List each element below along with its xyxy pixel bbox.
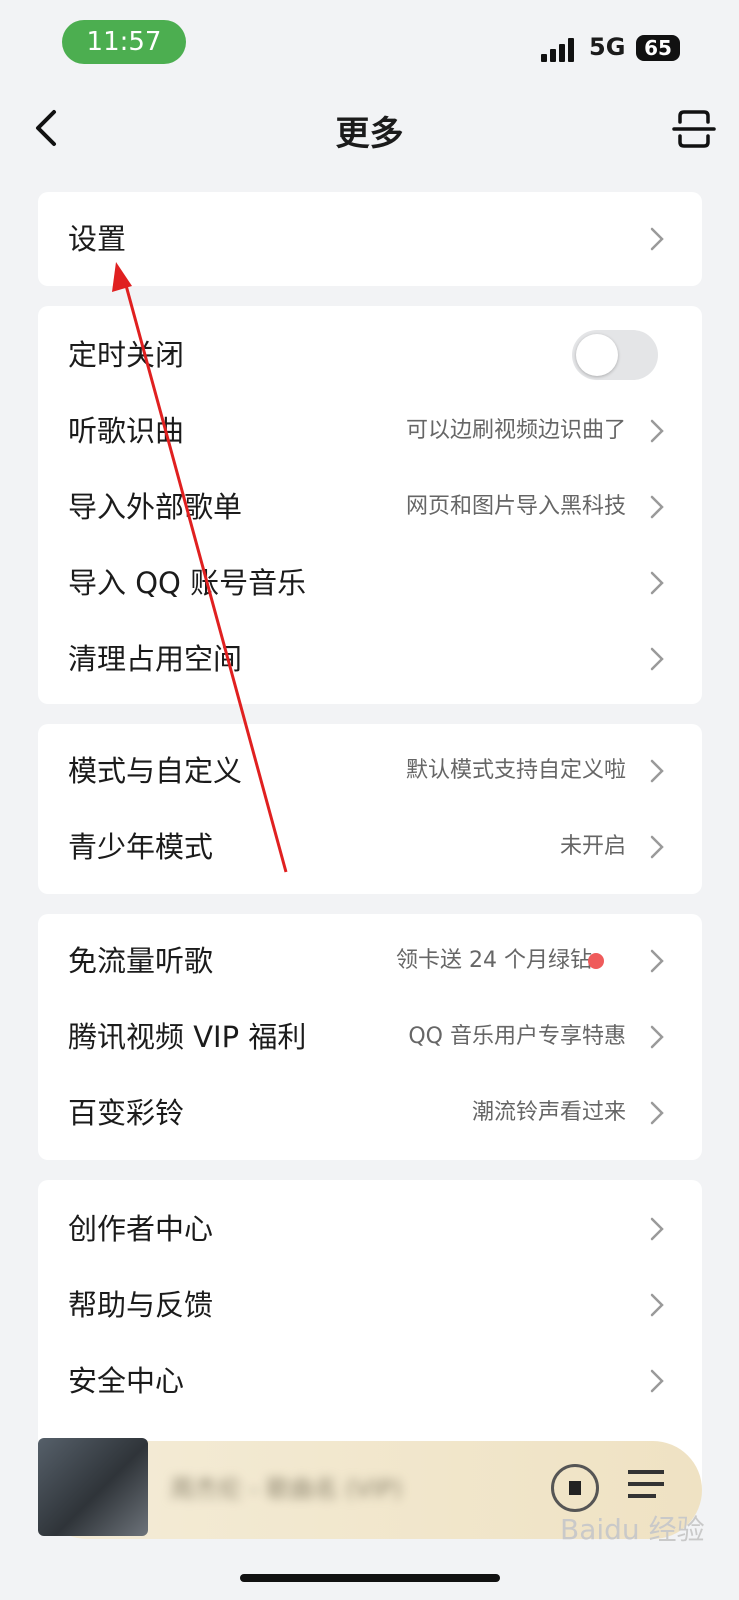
row-value: 网页和图片导入黑科技 [405,494,626,519]
play-pause-button[interactable] [551,1464,599,1512]
menu-row-creator-center[interactable]: 创作者中心 [38,1192,702,1266]
row-value: 默认模式支持自定义啦 [405,758,626,783]
battery-icon: 65 [636,35,680,61]
chevron-right-icon [650,1101,664,1125]
now-playing-title: 周杰伦 - 歌曲名 (VIP) [170,1475,403,1503]
row-value: 未开启 [559,834,626,859]
menu-row-clean-storage[interactable]: 清理占用空间 [38,622,702,696]
row-label: 免流量听歌 [68,944,214,978]
status-time: 11:57 [62,20,186,64]
row-label: 安全中心 [68,1364,185,1398]
row-value: QQ 音乐用户专享特惠 [408,1024,626,1049]
chevron-right-icon [650,1025,664,1049]
benefits-group: 免流量听歌 领卡送 24 个月绿钻 腾讯视频 VIP 福利 QQ 音乐用户专享特… [38,914,702,1160]
red-dot-badge [588,953,604,969]
row-label: 清理占用空间 [68,642,243,676]
chevron-right-icon [650,571,664,595]
menu-row-import-qq-music[interactable]: 导入 QQ 账号音乐 [38,546,702,620]
row-label: 导入 QQ 账号音乐 [68,566,307,600]
row-value: 可以边刷视频边识曲了 [405,418,626,443]
status-bar: 11:57 5G 65 [0,0,739,80]
row-label: 定时关闭 [68,338,185,372]
menu-row-sleep-timer[interactable]: 定时关闭 [38,318,702,392]
menu-row-ringtone[interactable]: 百变彩铃 潮流铃声看过来 [38,1076,702,1150]
row-label: 听歌识曲 [68,414,185,448]
row-label: 设置 [68,222,127,256]
playlist-icon[interactable] [628,1468,668,1502]
home-indicator [240,1574,500,1582]
menu-row-security-center[interactable]: 安全中心 [38,1344,702,1418]
chevron-right-icon [650,835,664,859]
chevron-right-icon [650,759,664,783]
album-cover [38,1438,148,1536]
row-label: 模式与自定义 [68,754,243,788]
settings-group: 设置 [38,192,702,286]
scan-icon[interactable] [672,108,716,150]
row-value: 领卡送 24 个月绿钻 [396,948,592,973]
mode-group: 模式与自定义 默认模式支持自定义啦 青少年模式 未开启 [38,724,702,894]
network-label: 5G [589,33,626,61]
chevron-right-icon [650,949,664,973]
nav-bar: 更多 [0,80,739,172]
chevron-right-icon [650,1217,664,1241]
menu-row-free-data[interactable]: 免流量听歌 领卡送 24 个月绿钻 [38,924,702,998]
menu-row-settings[interactable]: 设置 [38,202,702,276]
sleep-timer-toggle[interactable] [572,330,658,380]
chevron-right-icon [650,1369,664,1393]
menu-row-mode[interactable]: 模式与自定义 默认模式支持自定义啦 [38,734,702,808]
menu-row-help-feedback[interactable]: 帮助与反馈 [38,1268,702,1342]
row-label: 创作者中心 [68,1212,214,1246]
chevron-right-icon [650,1293,664,1317]
chevron-right-icon [650,495,664,519]
chevron-right-icon [650,419,664,443]
chevron-right-icon [650,647,664,671]
row-label: 导入外部歌单 [68,490,243,524]
signal-icon [541,38,579,62]
row-label: 青少年模式 [68,830,214,864]
row-label: 腾讯视频 VIP 福利 [68,1020,307,1054]
toggle-knob [576,334,618,376]
row-label: 百变彩铃 [68,1096,185,1130]
row-value: 潮流铃声看过来 [471,1100,626,1125]
menu-row-tencent-video-vip[interactable]: 腾讯视频 VIP 福利 QQ 音乐用户专享特惠 [38,1000,702,1074]
menu-row-import-playlist[interactable]: 导入外部歌单 网页和图片导入黑科技 [38,470,702,544]
menu-row-song-recognition[interactable]: 听歌识曲 可以边刷视频边识曲了 [38,394,702,468]
page-title: 更多 [335,114,404,154]
menu-row-teen-mode[interactable]: 青少年模式 未开启 [38,810,702,884]
row-label: 帮助与反馈 [68,1288,214,1322]
tools-group: 定时关闭 听歌识曲 可以边刷视频边识曲了 导入外部歌单 网页和图片导入黑科技 导… [38,306,702,704]
watermark: Baidu 经验 [560,1513,705,1546]
chevron-right-icon [650,227,664,251]
